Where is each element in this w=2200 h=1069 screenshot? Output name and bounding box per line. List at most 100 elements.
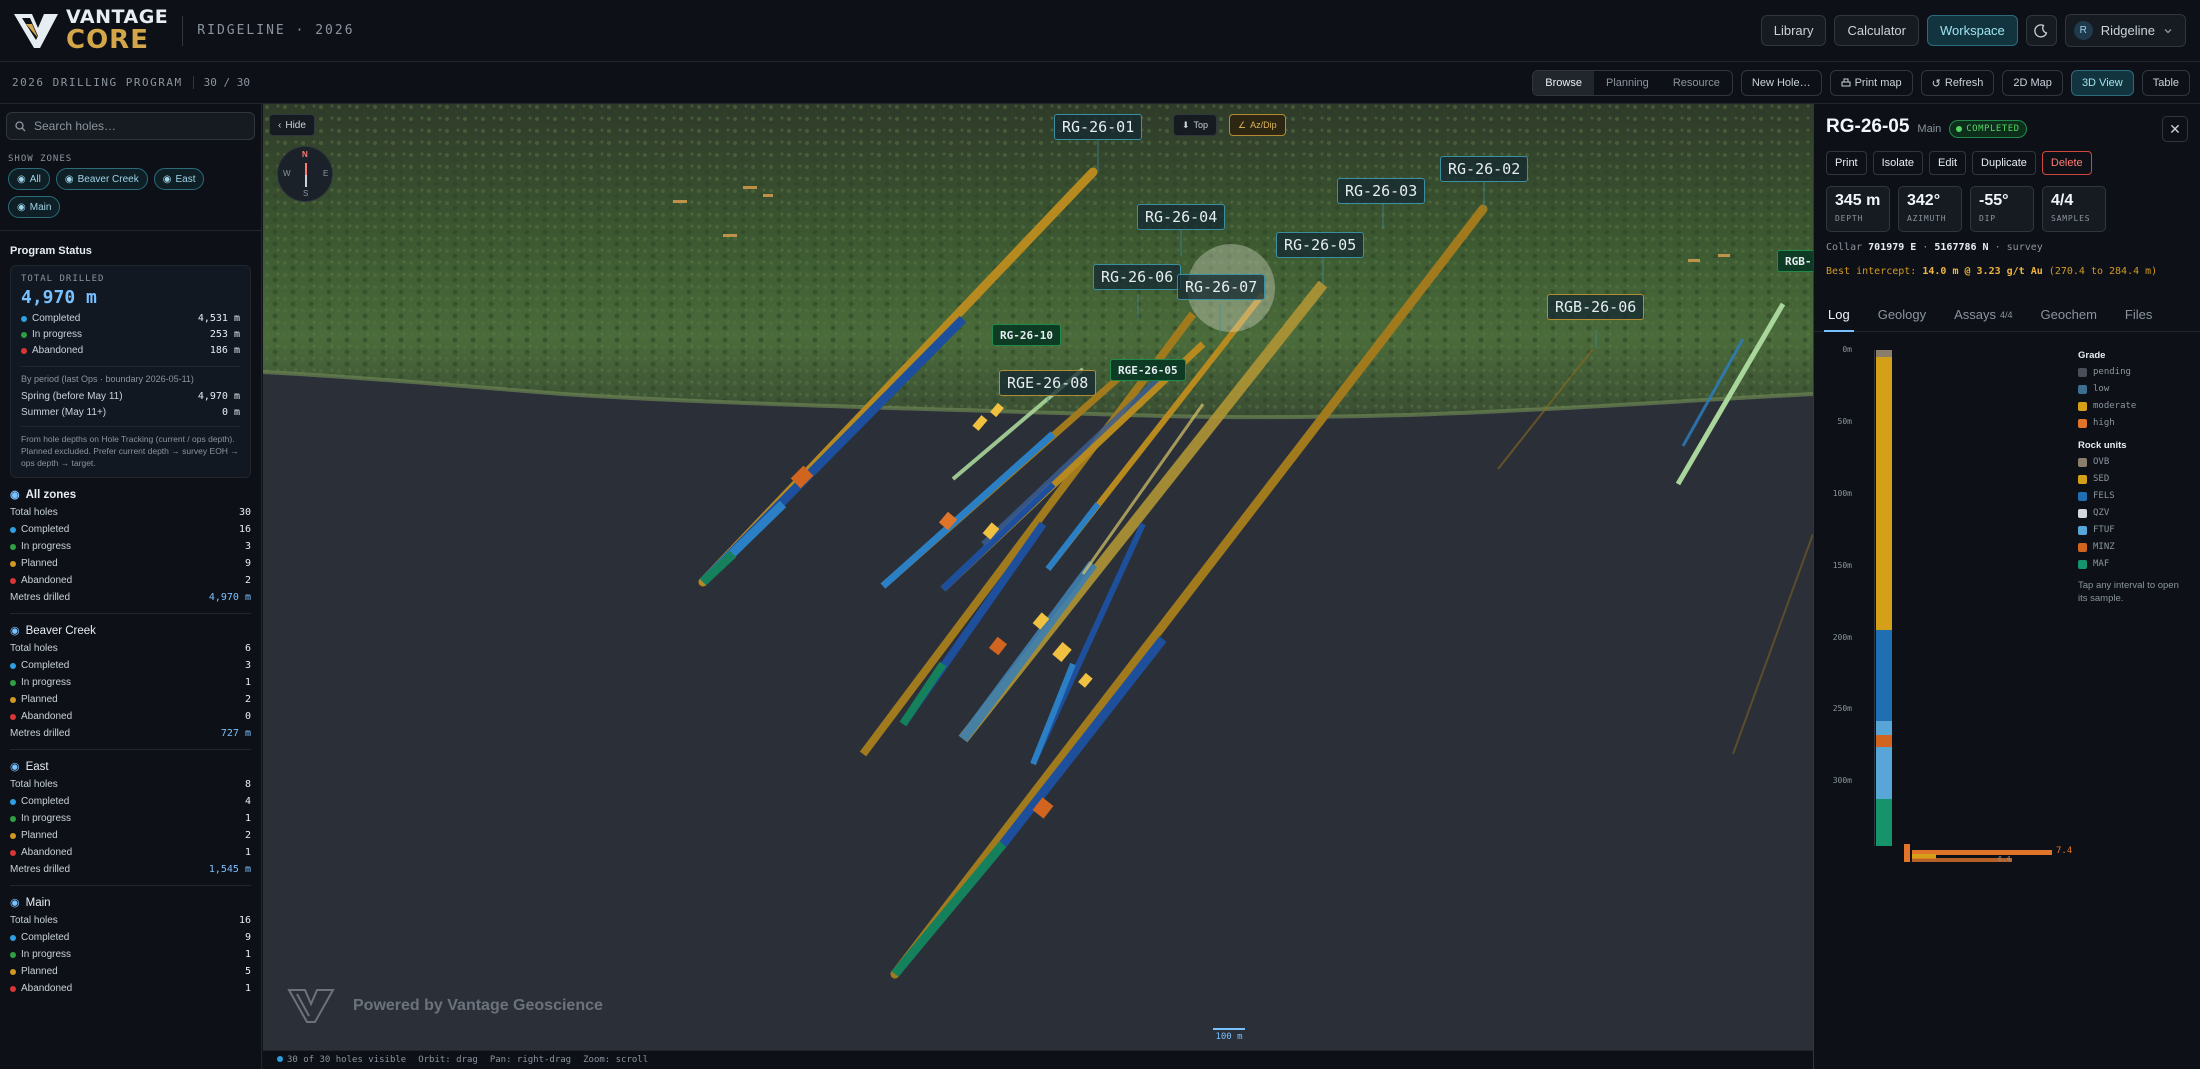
mode-planning[interactable]: Planning: [1594, 71, 1661, 95]
search-box[interactable]: [6, 112, 255, 140]
zone-row-label: Planned: [21, 558, 58, 569]
legend-label: pending: [2093, 367, 2131, 377]
mode-resource[interactable]: Resource: [1661, 71, 1732, 95]
chevron-left-icon: ‹: [278, 119, 282, 131]
zone-name: Main: [25, 896, 51, 909]
status-label: In progress: [32, 329, 83, 340]
tab-files[interactable]: Files: [2111, 298, 2166, 331]
hole-zone: Main: [1917, 123, 1942, 135]
log-legend: Grade pending low moderate high Rock units …: [2078, 350, 2188, 605]
log-interval-ovb[interactable]: [1876, 350, 1892, 358]
hole-label-rg-26-10[interactable]: RG-26-10: [992, 324, 1061, 346]
view-top-button[interactable]: ⬇ Top: [1173, 114, 1218, 136]
duplicate-button[interactable]: Duplicate: [1972, 151, 2036, 175]
zone-summary-title[interactable]: ◉ Beaver Creek: [10, 624, 251, 638]
hole-label-rge-26-08[interactable]: RGE-26-08: [999, 370, 1097, 396]
hide-sidebar-button[interactable]: ‹ Hide: [269, 114, 315, 136]
period-label: Spring (before May 11): [21, 391, 123, 402]
edit-button[interactable]: Edit: [1929, 151, 1967, 175]
view-azdip-label: Az/Dip: [1250, 120, 1277, 130]
eye-icon[interactable]: ◉: [10, 760, 20, 773]
zone-row-value: 1: [244, 677, 251, 688]
zone-row: Completed 16: [10, 524, 251, 535]
hole-label-rg-26-03[interactable]: RG-26-03: [1337, 178, 1426, 204]
hole-detail-panel: RG-26-05 Main COMPLETED ✕ Print Isolate …: [1813, 104, 2200, 1069]
zone-row: Planned 5: [10, 966, 251, 977]
tab-log[interactable]: Log: [1814, 298, 1864, 332]
print-map-button[interactable]: Print map: [1829, 70, 1913, 96]
compass-e: E: [323, 169, 329, 178]
map-2d-button[interactable]: 2D Map: [2002, 70, 2063, 96]
log-interval-ftuf[interactable]: [1876, 746, 1892, 799]
hole-label-rg-26-05[interactable]: RG-26-05: [1276, 232, 1365, 258]
watermark: Powered by Vantage Geoscience: [287, 986, 603, 1026]
zone-row: Total holes 6: [10, 643, 251, 654]
grade-legend-item: pending: [2078, 367, 2188, 377]
assay-histogram[interactable]: [1904, 840, 2064, 870]
mode-browse[interactable]: Browse: [1533, 71, 1594, 95]
logo[interactable]: VANTAGE CORE RIDGELINE · 2026: [12, 0, 355, 62]
isolate-button[interactable]: Isolate: [1872, 151, 1924, 175]
table-button[interactable]: Table: [2141, 70, 2190, 96]
zone-chip-east[interactable]: ◉ East: [153, 168, 205, 190]
eye-icon[interactable]: ◉: [10, 488, 20, 501]
assay-bar[interactable]: [1912, 858, 2012, 862]
hole-label-rg-26-07[interactable]: RG-26-07: [1177, 274, 1266, 300]
zone-name: Beaver Creek: [25, 624, 96, 637]
eye-icon[interactable]: ◉: [10, 624, 20, 637]
hole-label-rgb-26-06[interactable]: RGB-26-06: [1547, 294, 1645, 320]
hole-label-rg-26-02[interactable]: RG-26-02: [1440, 156, 1529, 182]
hole-label-rgb-partial[interactable]: RGB-: [1777, 250, 1813, 272]
delete-button[interactable]: Delete: [2041, 151, 2092, 175]
zone-row-label: Metres drilled: [10, 728, 71, 739]
metric-value: 345 m: [1835, 192, 1881, 209]
zone-row: Total holes 16: [10, 915, 251, 926]
search-input[interactable]: [34, 119, 234, 133]
zone-row: Planned 9: [10, 558, 251, 569]
zone-chip-beaver-creek[interactable]: ◉ Beaver Creek: [55, 168, 148, 190]
workspace-button[interactable]: Workspace: [1927, 15, 2018, 46]
strip-log[interactable]: 0m 50m 100m 150m 200m 250m 300m 7.4 6.4 Grade …: [1814, 340, 2200, 940]
hole-label-rg-26-01[interactable]: RG-26-01: [1054, 114, 1143, 140]
zone-row: Abandoned 1: [10, 847, 251, 858]
tab-geochem[interactable]: Geochem: [2027, 298, 2111, 331]
view-3d-button[interactable]: 3D View: [2070, 70, 2134, 96]
hole-label-rg-26-06[interactable]: RG-26-06: [1093, 264, 1182, 290]
zone-summary-title[interactable]: ◉ Main: [10, 896, 251, 910]
viewport-status-line: 30 of 30 holes visible Orbit: drag Pan: …: [263, 1050, 1813, 1069]
new-hole-button[interactable]: New Hole…: [1740, 70, 1822, 96]
zone-chip-main[interactable]: ◉ Main: [8, 196, 61, 218]
log-interval-fels[interactable]: [1876, 630, 1892, 721]
log-interval-maf[interactable]: [1876, 798, 1892, 846]
print-button[interactable]: Print: [1826, 151, 1867, 175]
zone-filter: ◉ All ◉ Beaver Creek ◉ East ◉ Main: [8, 168, 255, 218]
view-azdip-button[interactable]: ∠ Az/Dip: [1229, 114, 1286, 136]
log-interval-ftuf[interactable]: [1876, 720, 1892, 736]
assay-bar[interactable]: [1904, 844, 1910, 862]
library-button[interactable]: Library: [1760, 15, 1827, 46]
zone-row-value: 4: [244, 796, 251, 807]
scene-3d[interactable]: [263, 104, 1813, 1069]
tab-geology[interactable]: Geology: [1864, 298, 1940, 331]
log-interval-sed[interactable]: [1876, 357, 1892, 631]
refresh-button[interactable]: ↺ Refresh: [1920, 70, 1995, 96]
collar-source: · survey: [1994, 242, 2043, 253]
hole-label-rge-26-05[interactable]: RGE-26-05: [1110, 359, 1186, 381]
hole-label-rg-26-04[interactable]: RG-26-04: [1137, 204, 1226, 230]
tab-assays[interactable]: Assays 4/4: [1940, 298, 2026, 331]
log-interval-minz[interactable]: [1876, 735, 1892, 747]
hole-id: RG-26-05: [1826, 116, 1910, 137]
viewport-3d[interactable]: N W E S ‹ Hide ⬇ Top ∠ Az/Dip RG-26-01 RG-2…: [263, 104, 1813, 1069]
lithology-column[interactable]: [1876, 350, 1892, 846]
theme-toggle-moon-icon[interactable]: [2025, 15, 2057, 46]
zone-summary-title[interactable]: ◉ All zones: [10, 488, 251, 502]
zone-summary-title[interactable]: ◉ East: [10, 760, 251, 774]
close-icon[interactable]: ✕: [2162, 116, 2188, 142]
calculator-button[interactable]: Calculator: [1834, 15, 1919, 46]
compass-icon[interactable]: N W E S: [277, 146, 333, 202]
program-title: 2026 DRILLING PROGRAM: [12, 76, 183, 89]
eye-icon[interactable]: ◉: [10, 896, 20, 909]
zone-chip-all[interactable]: ◉ All: [8, 168, 50, 190]
depth-tick: 0m: [1842, 345, 1852, 354]
user-menu-button[interactable]: R Ridgeline: [2064, 14, 2186, 47]
